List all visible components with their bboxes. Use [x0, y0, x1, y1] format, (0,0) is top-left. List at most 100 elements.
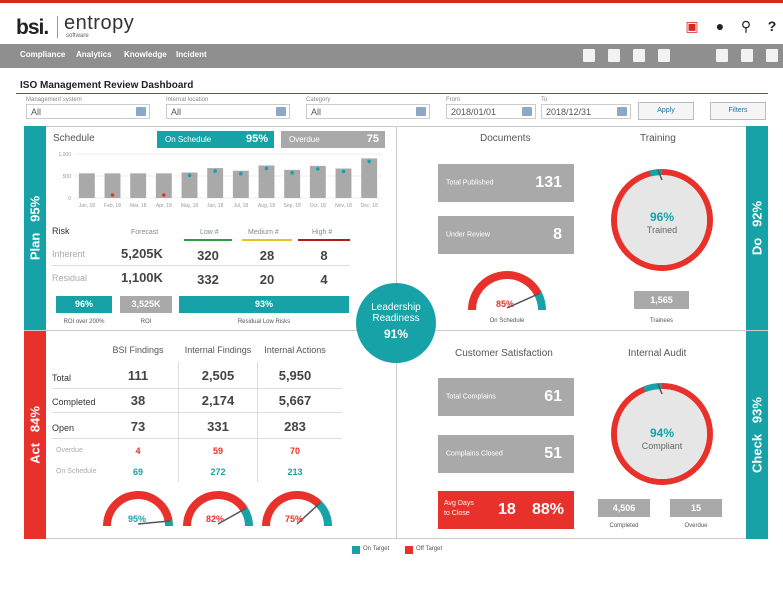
help-icon[interactable]: ? [764, 18, 780, 34]
complains-closed-value: 51 [544, 445, 562, 462]
audit-completed-box: 4,506 [598, 499, 650, 517]
to-date-input[interactable]: 2018/12/31 [541, 104, 631, 119]
internal-overdue: 59 [212, 446, 223, 456]
x-tick-label: Apr, 18 [156, 203, 172, 209]
total-published-box: Total Published 131 [438, 164, 574, 202]
leadership-line1: Leadership [371, 302, 421, 313]
legend-on-target-swatch [352, 546, 360, 554]
internal-total: 2,505 [201, 368, 235, 383]
menu-compliance[interactable]: Compliance [20, 50, 65, 59]
forecast-label: Forecast [131, 229, 159, 236]
notifications-icon[interactable]: ▣ [684, 18, 700, 34]
x-tick-label: Mar, 18 [130, 203, 147, 209]
internal-gauge-pct: 82% [206, 514, 225, 524]
check-sidebar: Check 93% [746, 331, 768, 539]
calendar-icon[interactable] [617, 107, 627, 116]
audit-overdue-box: 15 [670, 499, 722, 517]
act-row-divider [52, 438, 342, 439]
gauge-on-target-arc [315, 501, 332, 527]
schedule-marker [316, 167, 320, 171]
menu-analytics[interactable]: Analytics [76, 50, 112, 59]
bsi-total: 111 [127, 368, 149, 383]
total-complains-value: 61 [544, 388, 562, 405]
menu-incident[interactable]: Incident [176, 50, 207, 59]
bsi-onschedule: 69 [132, 467, 143, 477]
avg-days-label2: to Close [444, 510, 470, 517]
schedule-bar [78, 173, 95, 198]
plan-pct: 95% [27, 195, 43, 222]
table-icon[interactable] [766, 49, 778, 62]
low-line [184, 239, 232, 241]
page-title: ISO Management Review Dashboard [20, 80, 194, 91]
internal-findings-header: Internal Findings [184, 345, 252, 355]
on-schedule-box: On Schedule 95% [157, 131, 274, 148]
leadership-pct: 91% [383, 327, 409, 341]
category-label: Category [306, 97, 331, 103]
plan-sidebar: Plan 95% [24, 126, 46, 330]
logo-divider [57, 16, 58, 38]
gauge-on-target-arc [534, 292, 546, 311]
schedule-marker [290, 171, 294, 175]
lookup-icon[interactable] [276, 107, 286, 116]
do-gauge-pct: 85% [496, 299, 515, 309]
avg-days-box: Avg Days to Close 18 88% [438, 491, 574, 529]
roi-over-label: ROI over 200% [63, 319, 105, 325]
complains-closed-label: Complains Closed [446, 450, 503, 458]
documents-title: Documents [480, 133, 531, 144]
actions-completed: 5,667 [278, 393, 312, 408]
schedule-bar [258, 165, 275, 198]
schedule-marker [213, 169, 217, 173]
residual-high: 4 [320, 272, 328, 287]
roi-value-box: 3,525K [120, 296, 172, 313]
bsi-gauge-pct: 95% [128, 514, 147, 524]
lookup-icon[interactable] [416, 107, 426, 116]
trained-label: Trained [646, 225, 678, 235]
document-edit-icon[interactable] [583, 49, 595, 62]
x-tick-label: Dec, 18 [361, 203, 378, 209]
internal-location-value: All [171, 107, 182, 117]
on-schedule-value: 95% [245, 133, 268, 145]
leadership-line2: Readiness [372, 313, 420, 324]
x-tick-label: Jul, 18 [233, 203, 248, 209]
from-date-input[interactable]: 2018/01/01 [446, 104, 536, 119]
lookup-icon[interactable] [136, 107, 146, 116]
to-label: To [541, 97, 548, 103]
schedule-title: Schedule [53, 133, 95, 144]
gauge-on-target-arc [240, 507, 253, 527]
user-icon[interactable]: ● [712, 18, 728, 34]
trained-pct: 96% [649, 210, 675, 224]
schedule-marker [341, 169, 346, 174]
under-review-value: 8 [553, 226, 562, 243]
inherent-low: 320 [197, 248, 219, 263]
document-chart-icon[interactable] [658, 49, 670, 62]
internal-location-select[interactable]: All [166, 104, 290, 119]
filters-button[interactable]: Filters [710, 102, 766, 120]
residual-medium: 20 [259, 272, 275, 287]
category-select[interactable]: All [306, 104, 430, 119]
medium-label: Medium # [248, 229, 279, 236]
title-underline [16, 93, 768, 94]
internal-completed: 2,174 [201, 393, 235, 408]
check-pct: 93% [749, 397, 765, 424]
apply-button[interactable]: Apply [638, 102, 694, 120]
schedule-bar-chart: 1,000 500 0 Jan, 18 Feb, 18 Mar, 18 Apr, 18 May… [58, 152, 382, 209]
report-icon[interactable] [741, 49, 753, 62]
inherent-high: 8 [320, 248, 328, 263]
x-tick-label: Jan, 18 [79, 203, 96, 209]
actions-onschedule: 213 [287, 467, 303, 477]
from-date-value: 2018/01/01 [451, 107, 497, 117]
management-system-select[interactable]: All [26, 104, 150, 119]
document-db-icon[interactable] [633, 49, 645, 62]
search-icon[interactable]: ⚲ [738, 18, 754, 34]
overdue-row-label: Overdue [56, 447, 83, 454]
bar-chart-icon[interactable] [716, 49, 728, 62]
audit-completed-label: Completed [609, 523, 639, 529]
avg-days-pct: 88% [532, 501, 565, 518]
act-col-divider [178, 362, 179, 482]
schedule-bar [130, 173, 147, 198]
overdue-value: 75 [366, 133, 379, 145]
document-ab-icon[interactable] [608, 49, 620, 62]
calendar-icon[interactable] [522, 107, 532, 116]
menu-knowledge[interactable]: Knowledge [124, 50, 167, 59]
do-pct: 92% [749, 200, 765, 227]
